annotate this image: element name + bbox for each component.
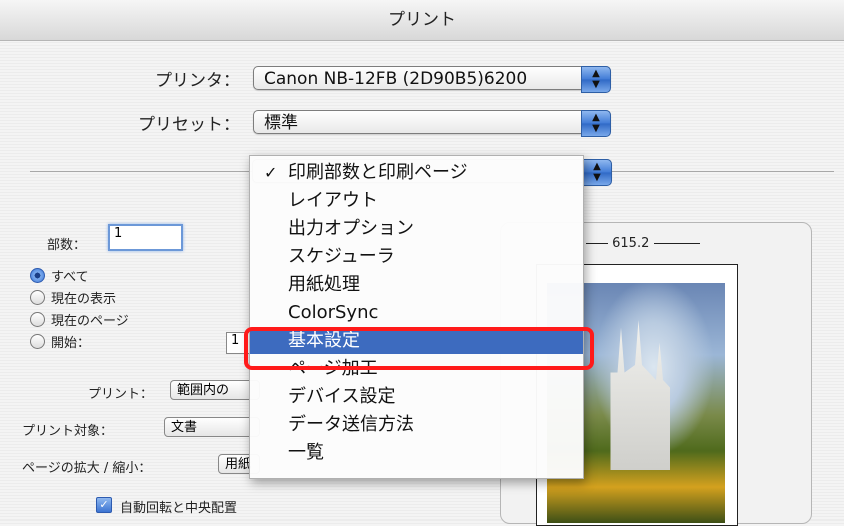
menu-item-scheduler[interactable]: スケジューラ	[250, 244, 583, 270]
radio-icon	[30, 334, 45, 349]
preset-popup[interactable]: 標準 ▲ ▼	[253, 110, 611, 137]
menu-item-label: ColorSync	[288, 302, 379, 323]
page-option-all[interactable]: すべて	[30, 266, 89, 285]
menu-item-label: レイアウト	[288, 190, 378, 211]
popup-arrows-icon: ▲ ▼	[581, 110, 611, 137]
preview-width-value: 615.2	[612, 236, 650, 251]
menu-item-layout[interactable]: レイアウト	[250, 188, 583, 214]
page-option-label: 開始：	[51, 336, 91, 351]
page-option-current-view[interactable]: 現在の表示	[30, 288, 116, 307]
menu-item-label: データ送信方法	[288, 414, 414, 435]
menu-item-output-options[interactable]: 出力オプション	[250, 216, 583, 242]
annotation-highlight-box	[244, 327, 594, 370]
menu-item-summary[interactable]: 一覧	[250, 440, 583, 466]
menu-item-label: スケジューラ	[288, 246, 395, 267]
printer-label: プリンタ：	[155, 71, 240, 91]
page-option-label: すべて	[51, 270, 89, 285]
menu-item-copies-pages[interactable]: ✓ 印刷部数と印刷ページ	[250, 160, 583, 186]
print-range-popup[interactable]: 範囲内の	[170, 380, 260, 400]
copies-label: 部数：	[47, 238, 87, 253]
page-option-label: 現在の表示	[51, 292, 117, 307]
menu-item-label: 用紙処理	[288, 274, 360, 295]
popup-arrows-icon: ▲ ▼	[582, 159, 612, 186]
preset-label: プリセット：	[138, 115, 240, 135]
print-target-label: プリント対象：	[22, 424, 114, 439]
window-title: プリント	[0, 0, 844, 41]
print-range-label: プリント：	[88, 387, 154, 402]
preview-width-dimension: 615.2	[586, 236, 736, 251]
panel-menu: ✓ 印刷部数と印刷ページ レイアウト 出力オプション スケジューラ 用紙処理 C…	[249, 155, 584, 479]
page-option-from[interactable]: 開始：	[30, 332, 90, 351]
printer-popup[interactable]: Canon NB-12FB (2D90B5)6200 ▲ ▼	[253, 66, 611, 93]
printer-value: Canon NB-12FB (2D90B5)6200	[264, 69, 528, 89]
menu-item-paper-handling[interactable]: 用紙処理	[250, 272, 583, 298]
radio-icon	[30, 290, 45, 305]
menu-item-label: デバイス設定	[288, 386, 396, 407]
scale-label: ページの拡大 / 縮小：	[22, 461, 152, 476]
preset-value: 標準	[264, 113, 298, 133]
page-option-current-page[interactable]: 現在のページ	[30, 310, 129, 329]
auto-rotate-label: 自動回転と中央配置	[120, 501, 238, 516]
auto-rotate-checkbox[interactable]: ✓	[96, 497, 112, 513]
menu-item-device-settings[interactable]: デバイス設定	[250, 384, 583, 410]
section-divider-right	[612, 171, 834, 172]
print-target-popup[interactable]: 文書	[164, 417, 260, 437]
menu-item-label: 印刷部数と印刷ページ	[288, 162, 468, 183]
popup-arrows-icon: ▲ ▼	[581, 66, 611, 93]
menu-item-label: 出力オプション	[288, 218, 414, 239]
checkmark-icon: ✓	[264, 163, 278, 182]
radio-selected-icon	[30, 268, 45, 283]
copies-field[interactable]: 1	[108, 224, 183, 251]
menu-item-colorsync[interactable]: ColorSync	[250, 300, 583, 326]
radio-icon	[30, 312, 45, 327]
section-divider-left	[30, 171, 252, 172]
menu-item-data-transfer[interactable]: データ送信方法	[250, 412, 583, 438]
menu-item-label: 一覧	[288, 442, 324, 463]
page-option-label: 現在のページ	[51, 314, 129, 329]
